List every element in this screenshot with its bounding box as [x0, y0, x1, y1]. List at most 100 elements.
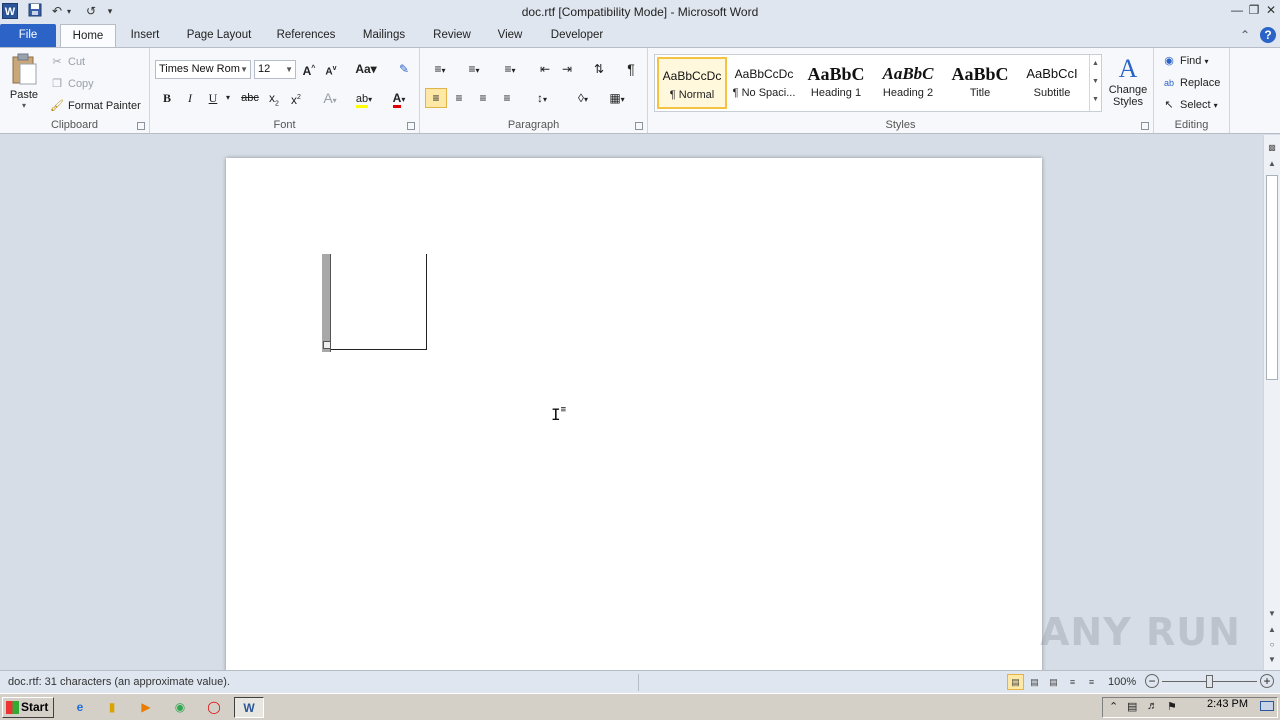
underline-dropdown-icon[interactable]: ▾: [222, 88, 234, 108]
previous-page-icon[interactable]: ▲: [1264, 623, 1280, 637]
gallery-more-icon[interactable]: ▼: [1090, 91, 1101, 109]
folder-icon[interactable]: ▮: [100, 697, 124, 718]
show-formatting-marks-icon[interactable]: ¶: [620, 59, 642, 79]
chrome-icon[interactable]: ◉: [168, 697, 192, 718]
zoom-out-icon[interactable]: −: [1145, 674, 1159, 688]
text-effects-icon[interactable]: A▾: [316, 88, 344, 108]
outline-view-icon[interactable]: ≡: [1064, 674, 1081, 690]
tab-view[interactable]: View: [490, 24, 530, 47]
opera-icon[interactable]: ◯: [202, 697, 226, 718]
embedded-object-bar[interactable]: [322, 254, 331, 352]
vertical-scrollbar[interactable]: ▩ ▲ ▼ ▲ ○ ▼: [1263, 135, 1280, 670]
ruler-toggle-icon[interactable]: ▩: [1264, 141, 1280, 155]
tab-file[interactable]: File: [0, 24, 56, 47]
sort-icon[interactable]: ⇅: [588, 59, 610, 79]
cut-button[interactable]: ✂ Cut: [50, 53, 85, 71]
increase-indent-icon[interactable]: ⇥: [556, 59, 578, 79]
close-icon[interactable]: ✕: [1262, 2, 1280, 18]
gallery-up-icon[interactable]: ▲: [1090, 55, 1101, 73]
format-painter-button[interactable]: 🖌 Format Painter: [50, 97, 141, 115]
bold-icon[interactable]: B: [156, 88, 178, 108]
paragraph-launcher-icon[interactable]: [635, 122, 643, 130]
restore-icon[interactable]: ❐: [1245, 2, 1263, 18]
tab-home[interactable]: Home: [60, 24, 116, 47]
strikethrough-icon[interactable]: abc: [238, 88, 262, 108]
web-layout-view-icon[interactable]: ▤: [1045, 674, 1062, 690]
font-color-icon[interactable]: A▾: [384, 88, 414, 108]
clear-formatting-icon[interactable]: ✎: [393, 59, 415, 79]
show-desktop-icon[interactable]: [1260, 701, 1274, 711]
word-taskbar-icon[interactable]: W: [234, 697, 264, 718]
italic-icon[interactable]: I: [179, 88, 201, 108]
document-page[interactable]: I≡: [226, 158, 1042, 678]
style-normal[interactable]: AaBbCcDc ¶ Normal: [657, 57, 727, 109]
tab-references[interactable]: References: [270, 24, 342, 47]
draft-view-icon[interactable]: ≡: [1083, 674, 1100, 690]
change-styles-button[interactable]: A Change Styles: [1106, 54, 1150, 116]
volume-icon[interactable]: ♬: [1147, 700, 1158, 712]
align-center-icon[interactable]: ≡: [448, 88, 470, 108]
replace-button[interactable]: ab Replace: [1162, 74, 1220, 92]
line-spacing-icon[interactable]: ↕▾: [528, 88, 556, 108]
start-button[interactable]: Start: [2, 697, 54, 718]
tab-insert[interactable]: Insert: [122, 24, 168, 47]
scroll-down-icon[interactable]: ▼: [1264, 607, 1280, 621]
network-icon[interactable]: ▤: [1127, 700, 1137, 713]
style-no-spacing[interactable]: AaBbCcDc ¶ No Spaci...: [729, 57, 799, 109]
grow-font-icon[interactable]: A^: [298, 59, 320, 79]
style-subtitle[interactable]: AaBbCcI Subtitle: [1017, 57, 1087, 109]
zoom-in-icon[interactable]: +: [1260, 674, 1274, 688]
font-launcher-icon[interactable]: [407, 122, 415, 130]
paste-dropdown-icon[interactable]: ▾: [6, 101, 42, 110]
change-case-icon[interactable]: Aa▾: [352, 59, 380, 79]
clock[interactable]: 2:43 PM: [1207, 698, 1248, 710]
browse-object-icon[interactable]: ○: [1264, 638, 1280, 652]
decrease-indent-icon[interactable]: ⇤: [534, 59, 556, 79]
clipboard-launcher-icon[interactable]: [137, 122, 145, 130]
bullets-icon[interactable]: ≡▾: [426, 59, 454, 79]
borders-icon[interactable]: ▦▾: [602, 88, 632, 108]
style-heading-2[interactable]: AaBbC Heading 2: [873, 57, 943, 109]
align-right-icon[interactable]: ≡: [472, 88, 494, 108]
style-heading-1[interactable]: AaBbC Heading 1: [801, 57, 871, 109]
align-left-icon[interactable]: ≡: [425, 88, 447, 108]
zoom-level[interactable]: 100%: [1108, 676, 1136, 688]
minimize-icon[interactable]: —: [1228, 2, 1246, 18]
gallery-down-icon[interactable]: ▼: [1090, 73, 1101, 91]
zoom-slider-thumb[interactable]: [1206, 675, 1213, 688]
shading-icon[interactable]: ◊▾: [568, 88, 598, 108]
embedded-object-frame[interactable]: [322, 254, 427, 350]
print-layout-view-icon[interactable]: ▤: [1007, 674, 1024, 690]
underline-icon[interactable]: U: [202, 88, 224, 108]
tab-mailings[interactable]: Mailings: [354, 24, 414, 47]
style-title[interactable]: AaBbC Title: [945, 57, 1015, 109]
justify-icon[interactable]: ≡: [496, 88, 518, 108]
subscript-icon[interactable]: x2: [263, 88, 285, 108]
tab-developer[interactable]: Developer: [542, 24, 612, 47]
superscript-icon[interactable]: x2: [285, 88, 307, 108]
tray-expand-icon[interactable]: ⌃: [1109, 700, 1118, 713]
select-button[interactable]: ↖ Select ▾: [1162, 96, 1217, 114]
full-screen-reading-view-icon[interactable]: ▤: [1026, 674, 1043, 690]
scrollbar-thumb[interactable]: [1266, 175, 1278, 380]
next-page-icon[interactable]: ▼: [1264, 653, 1280, 667]
internet-explorer-icon[interactable]: e: [68, 697, 92, 718]
help-icon[interactable]: ?: [1260, 27, 1276, 43]
highlight-color-icon[interactable]: ab▾: [348, 88, 380, 108]
styles-launcher-icon[interactable]: [1141, 122, 1149, 130]
paste-button[interactable]: Paste ▾: [6, 52, 42, 110]
media-player-icon[interactable]: ▶: [134, 697, 158, 718]
scroll-up-icon[interactable]: ▲: [1264, 157, 1280, 171]
numbering-icon[interactable]: ≡▾: [460, 59, 488, 79]
font-name-combo[interactable]: Times New Rom ▼: [155, 60, 251, 79]
multilevel-list-icon[interactable]: ≡▾: [496, 59, 524, 79]
flag-icon[interactable]: ⚑: [1167, 700, 1177, 713]
font-size-combo[interactable]: 12 ▼: [254, 60, 296, 79]
tab-review[interactable]: Review: [426, 24, 478, 47]
gallery-scroll[interactable]: ▲ ▼ ▼: [1089, 55, 1101, 111]
copy-button[interactable]: ❐ Copy: [50, 75, 94, 93]
minimize-ribbon-icon[interactable]: ⌃: [1240, 28, 1250, 42]
find-button[interactable]: ◉ Find ▾: [1162, 52, 1208, 70]
anchor-icon[interactable]: [323, 341, 331, 349]
tab-page-layout[interactable]: Page Layout: [180, 24, 258, 47]
